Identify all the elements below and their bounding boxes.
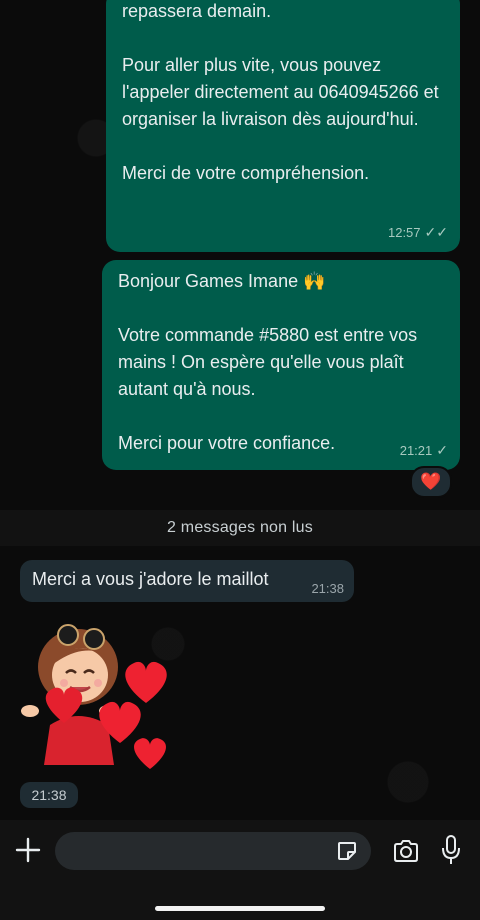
- message-input[interactable]: [55, 832, 371, 870]
- incoming-message[interactable]: Merci a vous j'adore le maillot 21:38: [20, 560, 354, 602]
- sticker-time: 21:38: [20, 782, 78, 808]
- message-time: 21:38: [311, 581, 344, 596]
- home-indicator: [155, 906, 325, 911]
- message-text: repassera demain. Pour aller plus vite, …: [122, 1, 439, 183]
- microphone-icon[interactable]: [441, 834, 461, 866]
- message-composer: [0, 820, 480, 920]
- unread-messages-divider: 2 messages non lus: [0, 510, 480, 546]
- unread-label: 2 messages non lus: [167, 519, 313, 536]
- plus-icon[interactable]: [14, 836, 42, 864]
- camera-icon[interactable]: [392, 838, 420, 864]
- message-time: 12:57: [387, 225, 421, 240]
- message-meta: 21:21 ✓: [400, 437, 448, 464]
- message-text: Bonjour Games Imane 🙌 Votre commande #58…: [118, 271, 418, 453]
- message-time: 21:21: [399, 443, 433, 458]
- single-check-icon: ✓: [436, 442, 448, 458]
- outgoing-message[interactable]: repassera demain. Pour aller plus vite, …: [106, 0, 460, 252]
- message-meta: 12:57 ✓✓: [388, 219, 448, 246]
- message-text: Merci a vous j'adore le maillot: [32, 569, 269, 589]
- heart-reaction-icon[interactable]: ❤️: [410, 466, 452, 498]
- girl-with-hearts-sticker[interactable]: [16, 615, 186, 780]
- outgoing-message[interactable]: Bonjour Games Imane 🙌 Votre commande #58…: [102, 260, 460, 470]
- message-time: 21:38: [31, 787, 67, 803]
- double-check-icon: ✓✓: [424, 224, 448, 240]
- sticker-icon[interactable]: [336, 840, 358, 862]
- reaction-emoji: ❤️: [420, 472, 442, 491]
